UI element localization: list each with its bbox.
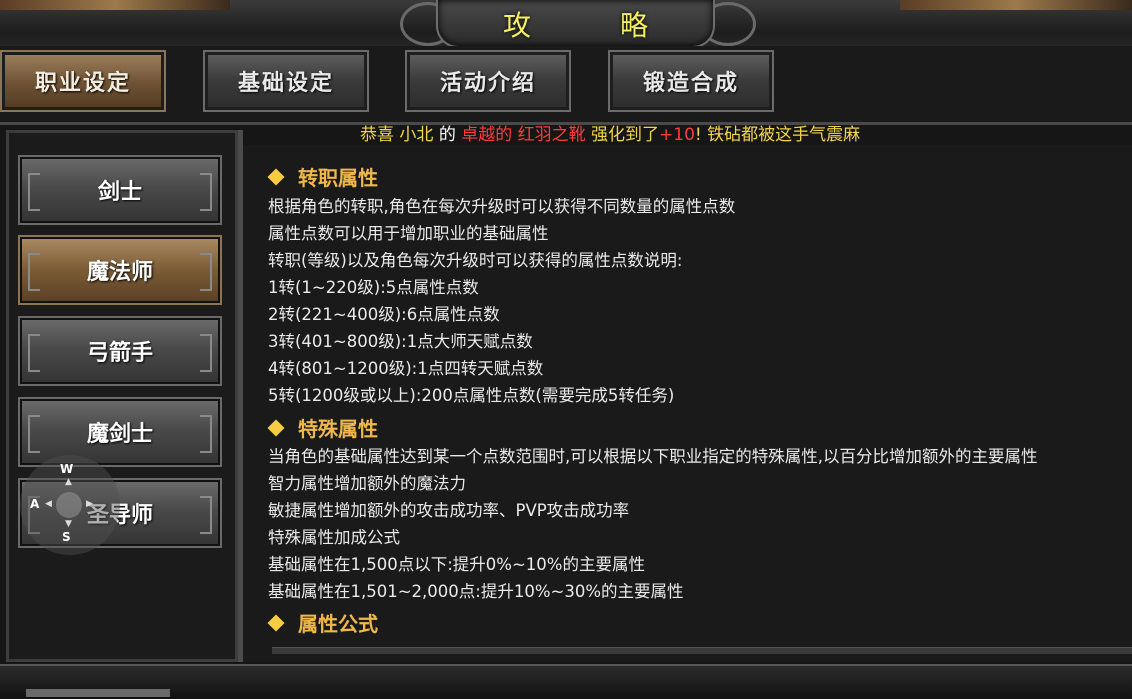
text-line: 特殊属性加成公式 xyxy=(268,528,400,547)
bottom-scroll-thumb[interactable] xyxy=(26,689,170,697)
content-scrollbar[interactable] xyxy=(272,647,1132,654)
tab-forging[interactable]: 锻造合成 xyxy=(608,50,774,112)
joystick-knob[interactable] xyxy=(56,492,82,518)
announce-de: 的 xyxy=(438,125,456,145)
announce-item: 卓越的 红羽之靴 xyxy=(461,125,586,145)
text-line: 转职(等级)以及角色每次升级时可以获得的属性点数说明: xyxy=(268,251,683,270)
class-button-archer[interactable]: 弓箭手 xyxy=(18,316,222,386)
text-line: 1转(1~220级):5点属性点数 xyxy=(268,278,479,297)
joystick-down-label: S xyxy=(62,530,71,544)
virtual-joystick[interactable]: W A S ▲ ◀ ▼ ▶ xyxy=(20,455,120,555)
arrow-down-icon: ▼ xyxy=(65,519,72,529)
arrow-right-icon: ▶ xyxy=(86,499,93,509)
text-line: 2转(221~400级):6点属性点数 xyxy=(268,305,500,324)
diamond-bullet-icon xyxy=(267,614,285,631)
text-line: 智力属性增加额外的魔法力 xyxy=(268,474,466,493)
title-plate: 攻 略 xyxy=(436,0,715,48)
section-title-text: 转职属性 xyxy=(298,166,378,190)
text-line: 5转(1200级或以上):200点属性点数(需要完成5转任务) xyxy=(268,386,675,405)
class-button-swordsman[interactable]: 剑士 xyxy=(18,155,222,225)
tab-basic-settings[interactable]: 基础设定 xyxy=(203,50,369,112)
section-title-text: 属性公式 xyxy=(298,612,378,636)
page-title: 攻 略 xyxy=(503,9,688,42)
tab-class-settings[interactable]: 职业设定 xyxy=(0,50,166,112)
class-button-magic-swordsman[interactable]: 魔剑士 xyxy=(18,397,222,467)
announcement-ticker: 恭喜 小北 的 卓越的 红羽之靴 强化到了+10! 铁砧都被这手气震麻 xyxy=(360,123,860,147)
text-line: 基础属性在1,500点以下:提升0%~10%的主要属性 xyxy=(268,555,645,574)
top-art-left xyxy=(0,0,230,10)
joystick-left-label: A xyxy=(30,497,40,511)
announce-prefix: 恭喜 xyxy=(360,125,394,145)
text-line: 3转(401~800级):1点大师天赋点数 xyxy=(268,332,533,351)
announce-player: 小北 xyxy=(399,125,434,145)
section-title-text: 特殊属性 xyxy=(298,417,378,441)
section-title-special: 特殊属性 xyxy=(267,413,378,442)
text-line: 基础属性在1,501~2,000点:提升10%~30%的主要属性 xyxy=(268,582,684,601)
tab-events[interactable]: 活动介绍 xyxy=(405,50,571,112)
text-line: 当角色的基础属性达到某一个点数范围时,可以根据以下职业指定的特殊属性,以百分比增… xyxy=(268,447,1038,466)
diamond-bullet-icon xyxy=(267,419,285,436)
joystick-up-label: W xyxy=(60,462,74,476)
text-line: 属性点数可以用于增加职业的基础属性 xyxy=(268,224,549,243)
announce-suffix: ! 铁砧都被这手气震麻 xyxy=(694,125,861,145)
arrow-up-icon: ▲ xyxy=(65,477,72,487)
text-line: 根据角色的转职,角色在每次升级时可以获得不同数量的属性点数 xyxy=(268,197,736,216)
section-title-formula: 属性公式 xyxy=(267,608,378,637)
arrow-left-icon: ◀ xyxy=(45,499,52,509)
diamond-bullet-icon xyxy=(267,168,285,185)
top-strip: 攻 略 xyxy=(0,0,1132,48)
announce-mid: 强化到了 xyxy=(591,125,660,145)
text-line: 敏捷属性增加额外的攻击成功率、PVP攻击成功率 xyxy=(268,501,630,520)
text-line: 4转(801~1200级):1点四转天赋点数 xyxy=(268,359,544,378)
announce-level: +10 xyxy=(659,125,695,145)
class-button-mage[interactable]: 魔法师 xyxy=(18,235,222,305)
top-art-right xyxy=(900,0,1132,10)
section-title-transfer: 转职属性 xyxy=(267,162,378,191)
